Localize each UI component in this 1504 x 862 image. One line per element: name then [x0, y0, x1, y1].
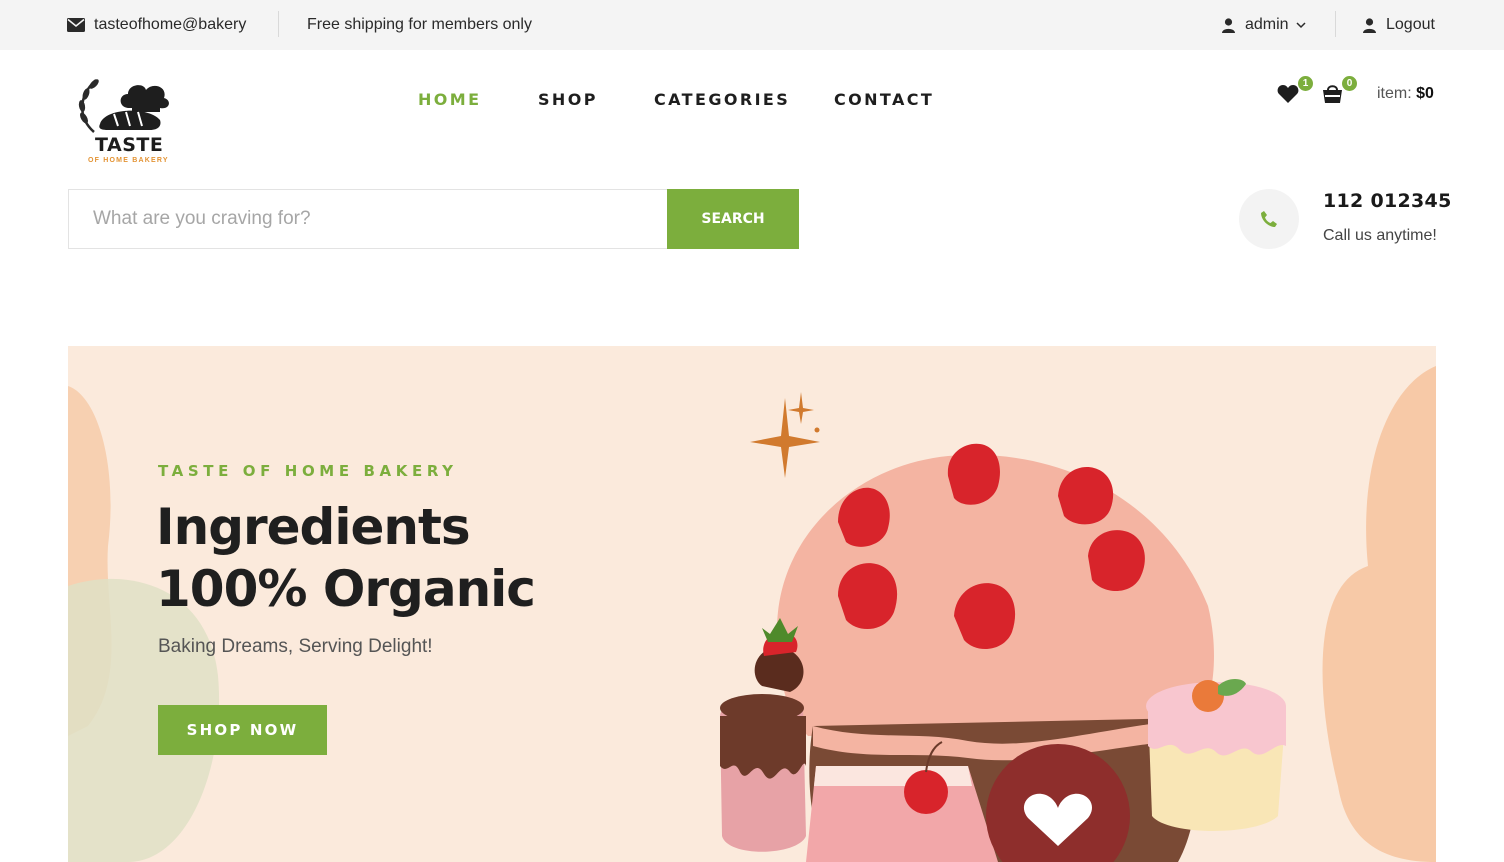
user-icon	[1222, 17, 1235, 33]
phone-note: Call us anytime!	[1323, 227, 1437, 244]
site-logo[interactable]: TASTE OF HOME BAKERY	[74, 74, 186, 166]
hero-headline-line1: Ingredients	[156, 498, 471, 556]
cart-button[interactable]: 0	[1322, 76, 1357, 105]
cart-amount: $0	[1416, 85, 1434, 102]
shipping-note: Free shipping for members only	[307, 16, 532, 33]
nav-categories[interactable]: CATEGORIES	[654, 88, 790, 110]
hero-subtitle: Baking Dreams, Serving Delight!	[158, 636, 433, 657]
phone-icon	[1261, 211, 1277, 227]
logo-subtitle: OF HOME BAKERY	[88, 157, 169, 164]
logout-link[interactable]: Logout	[1363, 0, 1435, 50]
cart-total[interactable]: item: $0	[1377, 85, 1434, 103]
cart-count-badge: 0	[1342, 76, 1357, 91]
shopping-bag-icon	[1323, 85, 1342, 103]
logout-user-icon	[1363, 17, 1376, 33]
wishlist-count-badge: 1	[1298, 76, 1313, 91]
hero-headline-line2: 100% Organic	[156, 560, 536, 618]
divider	[278, 11, 279, 37]
hero-headline: Ingredients 100% Organic	[156, 496, 536, 620]
top-bar: tasteofhome@bakery Free shipping for mem…	[0, 0, 1504, 50]
nav-contact[interactable]: CONTACT	[834, 88, 934, 110]
account-menu[interactable]: admin	[1222, 0, 1306, 50]
hero-tagline: TASTE OF HOME BAKERY	[158, 462, 458, 480]
heart-icon	[1277, 85, 1299, 103]
nav-home[interactable]: HOME	[418, 88, 481, 110]
contact-email[interactable]: tasteofhome@bakery	[67, 0, 246, 50]
account-name: admin	[1245, 16, 1289, 33]
logo-mark-icon	[78, 79, 169, 133]
phone-button[interactable]	[1239, 189, 1299, 249]
phone-number[interactable]: 112 012345	[1323, 190, 1452, 212]
envelope-icon	[67, 18, 85, 32]
logout-label: Logout	[1386, 16, 1435, 33]
cart-label: item:	[1377, 85, 1412, 102]
logo-title: TASTE	[95, 134, 164, 156]
search-button[interactable]: SEARCH	[667, 189, 799, 249]
divider	[1335, 11, 1336, 37]
search-input[interactable]	[69, 190, 668, 248]
shop-now-button[interactable]: SHOP NOW	[158, 705, 327, 755]
hero-banner: TASTE OF HOME BAKERY Ingredients 100% Or…	[68, 346, 1436, 862]
search-field[interactable]	[68, 189, 668, 249]
wishlist-button[interactable]: 1	[1277, 76, 1313, 106]
chevron-down-icon	[1296, 21, 1306, 28]
nav-shop[interactable]: SHOP	[538, 88, 598, 110]
email-text: tasteofhome@bakery	[94, 16, 247, 33]
